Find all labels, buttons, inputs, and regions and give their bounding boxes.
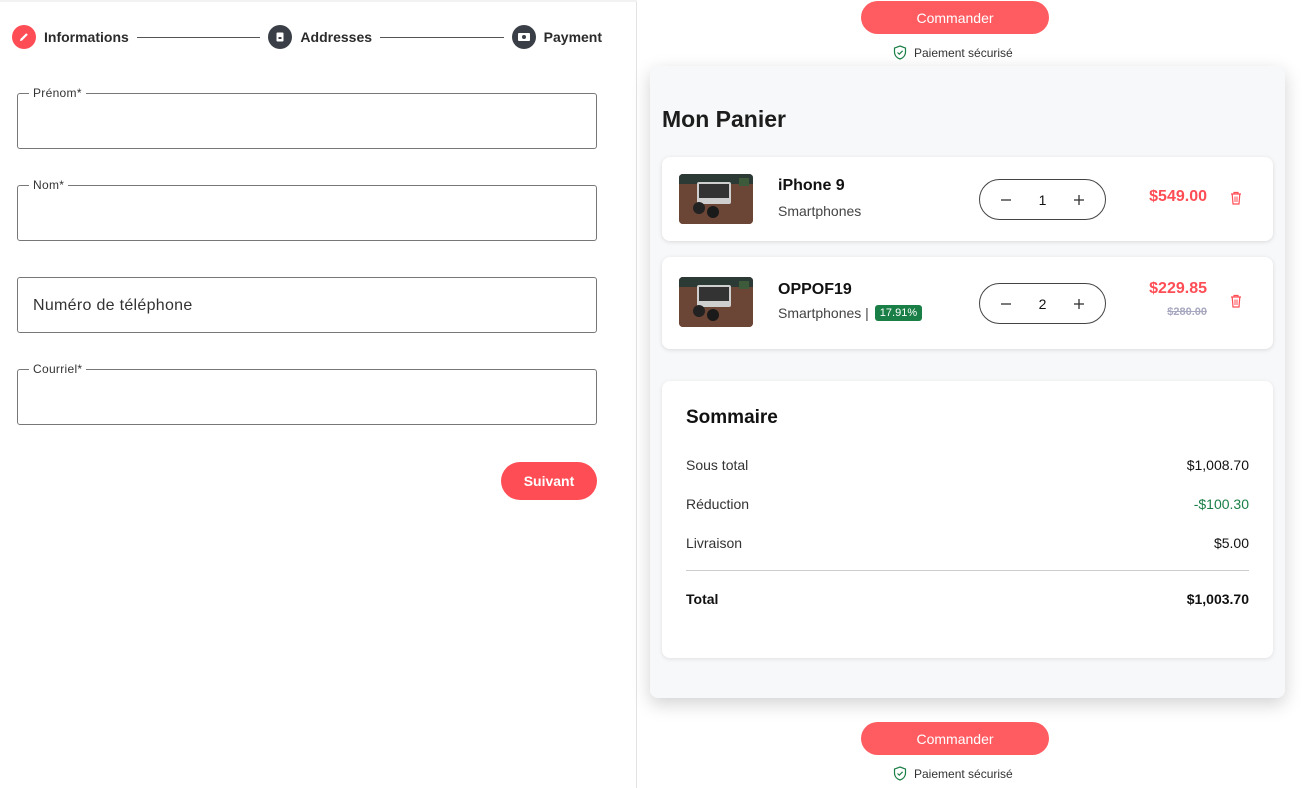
order-summary: Sommaire Sous total $1,008.70 Réduction … [662, 381, 1273, 658]
email-field[interactable]: Courriel* [17, 362, 597, 425]
summary-value: $5.00 [1213, 535, 1249, 551]
product-price: $549.00 [1149, 188, 1207, 205]
summary-label: Réduction [686, 496, 750, 512]
product-thumbnail [679, 174, 753, 224]
phone-field[interactable]: Numéro de téléphone [17, 277, 597, 333]
order-button-top[interactable]: Commander [861, 1, 1049, 34]
cart-panel: Commander Paiement sécurisé Mon Panier i… [638, 0, 1316, 788]
step-label: Payment [543, 29, 603, 45]
step-connector [380, 36, 504, 38]
quantity-stepper: 1 [979, 179, 1106, 220]
last-name-field[interactable]: Nom* [17, 178, 597, 241]
summary-title: Sommaire [686, 407, 778, 428]
first-name-input[interactable] [18, 94, 596, 148]
checkout-form-panel: Informations Addresses Payment Prénom* N… [0, 0, 637, 788]
step-informations[interactable]: Informations [12, 25, 129, 49]
shield-check-icon [893, 45, 907, 60]
top-border [0, 0, 637, 2]
cart-item: iPhone 9 Smartphones 1 $549.00 [662, 157, 1273, 241]
secure-payment-top: Paiement sécurisé [893, 45, 1033, 60]
product-category-label: Smartphones | [778, 305, 869, 321]
summary-value: -$100.30 [1193, 496, 1249, 512]
pencil-icon [12, 25, 36, 49]
summary-divider [686, 570, 1249, 571]
minus-icon[interactable] [998, 192, 1014, 208]
step-label: Informations [44, 29, 129, 45]
secure-payment-bottom: Paiement sécurisé [893, 766, 1033, 781]
cart-item: OPPOF19 Smartphones | 17.91% 2 $229.85 $… [662, 257, 1273, 349]
product-price: $229.85 [1149, 280, 1207, 297]
shield-check-icon [893, 766, 907, 781]
summary-value: $1,008.70 [1186, 457, 1249, 473]
secure-payment-label: Paiement sécurisé [914, 766, 1013, 781]
summary-label: Livraison [686, 535, 743, 551]
email-input[interactable] [18, 370, 596, 424]
step-label: Addresses [300, 29, 373, 45]
total-value: $1,003.70 [1186, 591, 1249, 607]
product-category: Smartphones | 17.91% [778, 305, 923, 321]
quantity-stepper: 2 [979, 283, 1106, 324]
first-name-field[interactable]: Prénom* [17, 86, 597, 149]
order-button-bottom[interactable]: Commander [861, 722, 1049, 755]
summary-row-subtotal: Sous total $1,008.70 [686, 457, 1249, 473]
summary-row-discount: Réduction -$100.30 [686, 496, 1249, 512]
secure-payment-label: Paiement sécurisé [914, 45, 1013, 60]
summary-total: Total $1,003.70 [686, 591, 1249, 607]
original-price: $280.00 [1167, 306, 1207, 318]
total-label: Total [686, 591, 719, 607]
product-name: iPhone 9 [778, 177, 845, 194]
plus-icon[interactable] [1071, 296, 1087, 312]
cart-card: Mon Panier iPhone 9 Smartphones 1 $549.0… [650, 66, 1285, 698]
summary-row-shipping: Livraison $5.00 [686, 535, 1249, 551]
product-category: Smartphones [778, 203, 861, 219]
quantity-value: 2 [1038, 295, 1047, 312]
last-name-input[interactable] [18, 186, 596, 240]
next-button[interactable]: Suivant [501, 462, 597, 500]
step-addresses[interactable]: Addresses [268, 25, 372, 49]
trash-icon[interactable] [1229, 190, 1243, 206]
checkout-stepper: Informations Addresses Payment [12, 25, 602, 49]
address-icon [268, 25, 293, 49]
product-name: OPPOF19 [778, 281, 852, 298]
summary-label: Sous total [686, 457, 749, 473]
minus-icon[interactable] [998, 296, 1014, 312]
product-thumbnail [679, 277, 753, 327]
plus-icon[interactable] [1071, 192, 1087, 208]
payment-icon [511, 25, 536, 49]
quantity-value: 1 [1038, 191, 1047, 208]
cart-title: Mon Panier [662, 106, 786, 132]
discount-badge: 17.91% [874, 305, 923, 321]
trash-icon[interactable] [1229, 293, 1243, 309]
phone-input[interactable] [18, 278, 596, 332]
step-connector [136, 36, 261, 38]
step-payment[interactable]: Payment [511, 25, 603, 49]
product-category-label: Smartphones [778, 203, 862, 219]
